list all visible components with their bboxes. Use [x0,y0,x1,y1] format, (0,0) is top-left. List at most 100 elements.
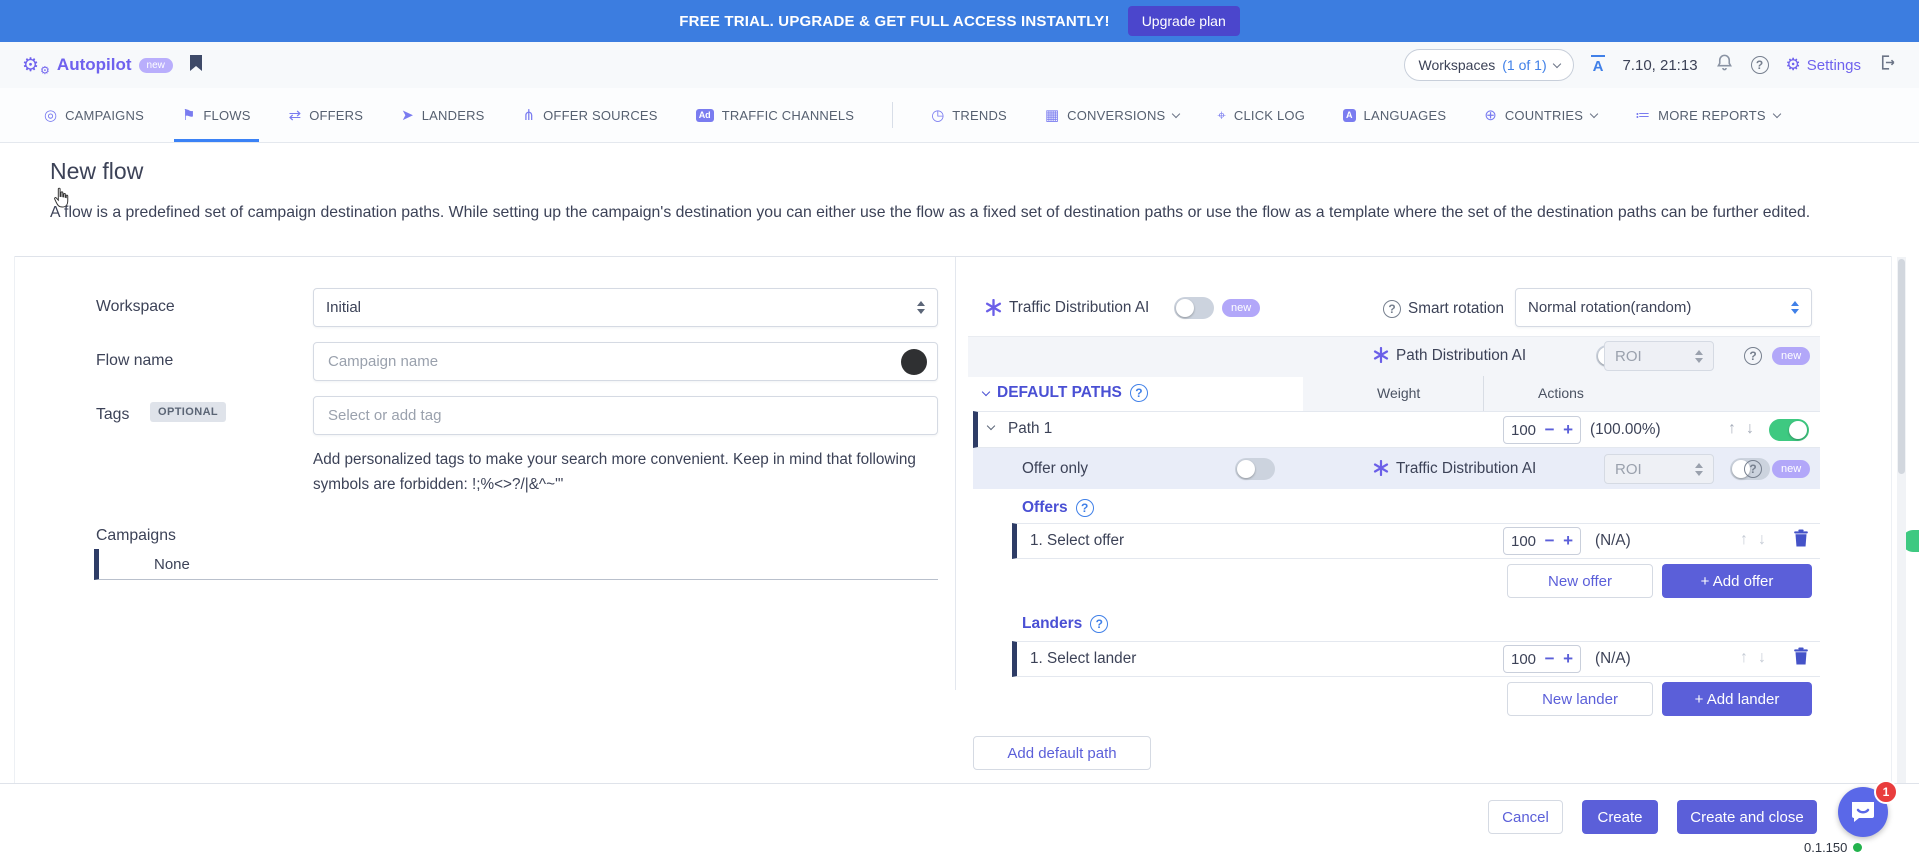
cancel-button[interactable]: Cancel [1488,800,1563,834]
plus-icon[interactable]: + [1563,649,1573,669]
conversions-icon: ▦ [1045,106,1059,124]
move-down-icon[interactable]: ↓ [1758,649,1766,667]
optional-badge: OPTIONAL [150,402,226,422]
delete-offer-trash-icon[interactable] [1793,529,1809,552]
header-column-divider [1483,376,1484,411]
nav-item-landers[interactable]: ➤ LANDERS [401,88,484,142]
traffic-ai-label: Traffic Distribution AI [1009,299,1149,317]
lander-row-label[interactable]: 1. Select lander [1030,650,1136,668]
move-down-icon[interactable]: ↓ [1746,420,1754,438]
minus-icon[interactable]: − [1545,420,1555,440]
scrollbar-thumb[interactable] [1898,259,1905,474]
traffic-ai-new-badge: new [1222,299,1260,317]
roi-value: ROI [1615,348,1642,365]
move-up-icon[interactable]: ↑ [1740,649,1748,667]
add-lander-button[interactable]: + Add lander [1662,682,1812,716]
workspace-select[interactable]: Initial [313,288,938,327]
new-lander-button[interactable]: New lander [1507,682,1653,716]
minus-icon[interactable]: − [1545,649,1555,669]
offer-only-toggle[interactable] [1235,458,1275,480]
path-traffic-ai-help-icon[interactable]: ? [1744,460,1762,478]
notifications-bell-icon[interactable] [1715,53,1734,77]
settings-button[interactable]: ⚙ Settings [1786,55,1861,75]
offer-row [1012,523,1820,559]
tags-input[interactable] [326,406,927,425]
path1-weight-stepper[interactable]: 100 − + [1503,416,1581,444]
page-description: A flow is a predefined set of campaign d… [50,200,1880,225]
trial-banner-text: FREE TRIAL. UPGRADE & GET FULL ACCESS IN… [679,13,1109,30]
add-default-path-button[interactable]: Add default path [973,736,1151,770]
logout-icon[interactable] [1878,53,1897,77]
ai-icon [985,299,1002,321]
nav-item-languages[interactable]: A LANGUAGES [1343,88,1446,142]
nav-item-trends[interactable]: ◷ TRENDS [931,88,1007,142]
landers-help-icon[interactable]: ? [1090,615,1108,633]
move-up-icon[interactable]: ↑ [1740,531,1748,549]
select-stepper-icon [1695,463,1703,476]
add-offer-button[interactable]: + Add offer [1662,564,1812,598]
new-offer-button[interactable]: New offer [1507,564,1653,598]
move-down-icon[interactable]: ↓ [1758,531,1766,549]
nav-divider [892,102,893,128]
plus-icon[interactable]: + [1563,420,1573,440]
autopilot-gears-icon: ⚙ [22,54,39,77]
offers-help-icon[interactable]: ? [1076,499,1094,517]
traffic-ai-toggle[interactable] [1174,297,1214,319]
flow-name-input[interactable] [326,352,901,371]
nav-item-offer-sources[interactable]: ⋔ OFFER SOURCES [523,88,658,142]
workspaces-label: Workspaces [1418,57,1495,73]
path1-enabled-toggle[interactable] [1769,419,1809,441]
path-ai-help-icon[interactable]: ? [1744,347,1762,365]
create-and-close-button[interactable]: Create and close [1677,800,1817,834]
autopilot-gears-icon-small: ⚙ [40,64,50,77]
upgrade-plan-button[interactable]: Upgrade plan [1128,6,1240,36]
minus-icon[interactable]: − [1545,531,1555,551]
path1-weight-value: 100 [1511,422,1536,439]
color-dot-indicator[interactable] [901,349,927,375]
translate-icon[interactable]: A [1591,55,1606,75]
trends-icon: ◷ [931,106,944,124]
path1-row [973,411,1820,448]
chevron-down-icon [1172,109,1180,117]
select-stepper-icon [1695,350,1703,363]
panel-top-border [14,256,1892,257]
smart-rotation-help-icon[interactable]: ? [1383,300,1401,318]
nav-item-conversions[interactable]: ▦ CONVERSIONS [1045,88,1179,142]
trial-banner: FREE TRIAL. UPGRADE & GET FULL ACCESS IN… [0,0,1919,42]
nav-item-more-reports[interactable]: ≔ MORE REPORTS [1635,88,1780,142]
create-button[interactable]: Create [1582,800,1658,834]
nav-item-flows[interactable]: ⚑ FLOWS [182,88,251,142]
nav-item-traffic-channels[interactable]: Ad TRAFFIC CHANNELS [696,88,855,142]
offer-row-label[interactable]: 1. Select offer [1030,532,1124,550]
path-ai-label: Path Distribution AI [1396,347,1526,365]
ai-icon [1373,347,1389,368]
column-divider [955,257,956,690]
workspaces-dropdown[interactable]: Workspaces (1 of 1) [1404,49,1573,81]
smart-rotation-select[interactable]: Normal rotation(random) [1515,288,1812,327]
nav-item-offers[interactable]: ⇄ OFFERS [289,88,364,142]
offer-weight-stepper[interactable]: 100 − + [1503,527,1581,555]
plus-icon[interactable]: + [1563,531,1573,551]
brand-name: Autopilot [57,55,132,75]
chevron-down-icon [1552,59,1560,67]
more-reports-icon: ≔ [1635,106,1650,124]
nav-item-campaigns[interactable]: ◎ CAMPAIGNS [44,88,144,142]
lander-weight-stepper[interactable]: 100 − + [1503,645,1581,673]
help-icon[interactable]: ? [1751,56,1769,74]
brand[interactable]: ⚙ ⚙ Autopilot new [22,54,173,77]
app-header: ⚙ ⚙ Autopilot new Workspaces (1 of 1) A … [0,42,1919,88]
move-up-icon[interactable]: ↑ [1728,420,1736,438]
path-traffic-ai-roi-select[interactable]: ROI [1604,454,1714,484]
offers-section-header: Offers ? [1022,499,1094,517]
ai-icon [1373,460,1389,481]
flows-icon: ⚑ [182,106,195,124]
default-paths-help-icon[interactable]: ? [1130,384,1148,402]
nav-item-countries[interactable]: ⊕ COUNTRIES [1484,88,1597,142]
path-ai-roi-select[interactable]: ROI [1604,341,1714,371]
flow-name-label: Flow name [96,352,173,370]
bookmark-icon[interactable] [189,54,203,77]
delete-lander-trash-icon[interactable] [1793,647,1809,670]
workspace-value: Initial [326,299,361,316]
nav-item-click-log[interactable]: ⌖ CLICK LOG [1217,88,1305,142]
default-paths-header[interactable]: DEFAULT PATHS ? [983,384,1148,402]
